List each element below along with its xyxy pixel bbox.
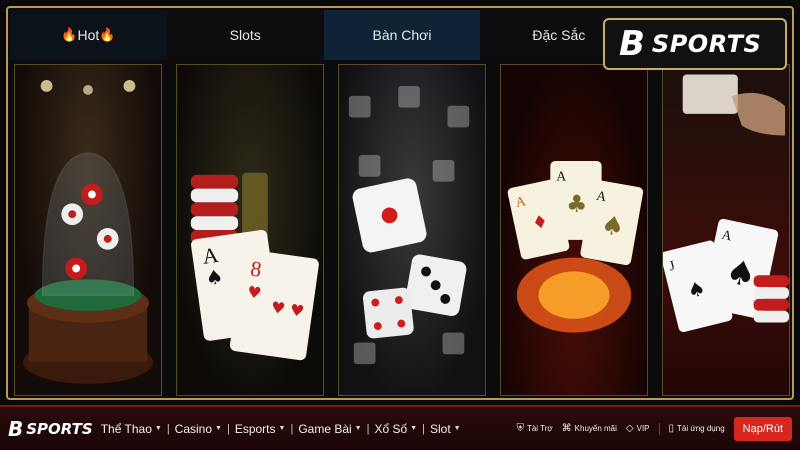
- bottom-navbar: B SPORTS Thể Thao ▼ | Casino ▼ | Esports…: [0, 405, 800, 450]
- logo-b-mark: B: [619, 24, 645, 64]
- tab-ban-choi-label: Bàn Chơi: [372, 27, 432, 43]
- util-label: Khuyến mãi: [574, 424, 617, 433]
- nav-separator: |: [290, 422, 294, 435]
- util-download-app[interactable]: ▯ Tải ứng dụng: [669, 423, 725, 434]
- nav-logo[interactable]: B SPORTS: [8, 417, 93, 441]
- util-promotions[interactable]: ⌘ Khuyến mãi: [562, 423, 617, 434]
- tab-hot[interactable]: 🔥 Hot 🔥: [10, 10, 167, 60]
- util-label: VIP: [636, 424, 650, 433]
- nav-item-label: Game Bài: [298, 421, 352, 436]
- nav-separator: |: [166, 422, 170, 435]
- diamond-icon: ◇: [625, 423, 634, 434]
- svg-text:♣: ♣: [566, 190, 587, 218]
- util-sponsor[interactable]: ⛨ Tài Trợ: [516, 423, 552, 434]
- util-vip[interactable]: ◇ VIP: [626, 423, 650, 434]
- bsports-logo-badge: B SPORTS: [603, 18, 787, 70]
- game-card-dice[interactable]: [338, 64, 486, 396]
- nav-separator: |: [226, 422, 230, 435]
- game-card-poker[interactable]: A ♠ 8 ♥ ♥ ♥: [176, 64, 324, 396]
- nav-item-esports[interactable]: Esports ▼: [235, 422, 286, 436]
- caret-down-icon: ▼: [278, 425, 286, 432]
- nav-item-label: Slot: [429, 421, 451, 436]
- nav-item-slot[interactable]: Slot ▼: [430, 422, 461, 436]
- nav-separator: |: [422, 422, 425, 435]
- nav-item-label: Casino: [174, 421, 213, 436]
- tab-slots-label: Slots: [229, 27, 261, 43]
- nav-item-casino[interactable]: Casino ▼: [175, 422, 222, 436]
- tab-slots[interactable]: Slots: [166, 10, 324, 60]
- nav-separator: |: [366, 422, 370, 435]
- caret-down-icon: ▼: [410, 425, 418, 432]
- game-card-sicbo[interactable]: [14, 64, 162, 396]
- nav-logo-text: SPORTS: [26, 419, 93, 438]
- game-card-blackjack[interactable]: J ♠ A ♠: [662, 64, 790, 396]
- caret-down-icon: ▼: [215, 425, 222, 432]
- aces-dragon-illustration: A ♦ A ♣ A ♠: [507, 160, 644, 333]
- nav-item-label: Thể Thao: [100, 421, 152, 436]
- shield-icon: ⛨: [516, 423, 524, 434]
- blackjack-illustration: J ♠ A ♠: [663, 74, 789, 333]
- caret-down-icon: ▼: [354, 425, 362, 432]
- deposit-withdraw-button[interactable]: Nạp/Rút: [733, 416, 792, 441]
- nav-divider: [658, 422, 660, 435]
- util-label: Tải ứng dụng: [677, 424, 725, 433]
- tab-ban-choi[interactable]: Bàn Chơi: [323, 10, 481, 60]
- nav-menu: Thể Thao ▼ | Casino ▼ | Esports ▼ | Game…: [101, 422, 461, 436]
- nav-item-the-thao[interactable]: Thể Thao ▼: [101, 422, 162, 436]
- tag-icon: ⌘: [561, 423, 572, 434]
- fire-icon: 🔥: [61, 27, 78, 42]
- svg-text:♥: ♥: [246, 282, 263, 303]
- nav-item-label: Esports: [234, 421, 276, 436]
- poker-cards-illustration: A ♠ 8 ♥ ♥ ♥: [190, 172, 319, 361]
- svg-text:A: A: [556, 169, 566, 184]
- nav-item-xo-so[interactable]: Xổ Số ▼: [374, 422, 417, 436]
- fire-icon: 🔥: [99, 27, 116, 42]
- game-card-aces[interactable]: A ♦ A ♣ A ♠: [500, 64, 648, 396]
- phone-icon: ▯: [668, 423, 675, 434]
- svg-text:♠: ♠: [204, 265, 225, 290]
- game-cards: A ♠ 8 ♥ ♥ ♥ A ♦ A ♣ A ♠ J ♠ A ♠: [14, 64, 790, 396]
- sicbo-dome-illustration: [22, 80, 154, 384]
- nav-item-label: Xổ Số: [374, 421, 408, 436]
- nav-item-game-bai[interactable]: Game Bài ▼: [298, 422, 361, 436]
- nav-logo-mark: B: [8, 416, 24, 441]
- caret-down-icon: ▼: [453, 425, 461, 432]
- logo-text: SPORTS: [651, 30, 762, 58]
- tab-dac-sac-label: Đặc Sắc: [532, 27, 586, 43]
- caret-down-icon: ▼: [154, 425, 162, 432]
- dice-illustration: [348, 85, 470, 365]
- util-label: Tài Trợ: [526, 424, 553, 433]
- nav-utilities: ⛨ Tài Trợ ⌘ Khuyến mãi ◇ VIP ▯ Tải ứng d…: [516, 416, 792, 441]
- tab-hot-label: Hot: [77, 27, 100, 43]
